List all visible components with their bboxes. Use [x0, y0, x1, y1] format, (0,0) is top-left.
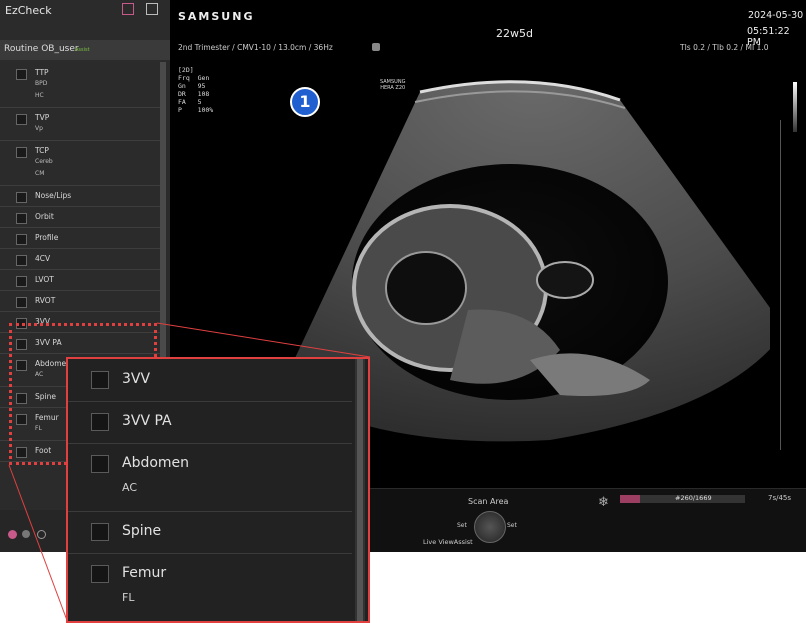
zoom-item[interactable]: Spine [68, 511, 352, 554]
zoom-item-measurement: AC [122, 481, 138, 494]
zoom-callout: 3VV 3VV PA Abdomen AC Spine Femur FL [66, 357, 370, 623]
zoom-item-label: Femur [122, 565, 167, 581]
zoom-scrollbar[interactable] [357, 359, 363, 621]
zoom-item[interactable]: Abdomen AC [68, 443, 352, 512]
zoom-item-checkbox[interactable] [91, 523, 109, 541]
zoom-item[interactable]: 3VV [68, 359, 352, 402]
zoom-item-checkbox[interactable] [91, 371, 109, 389]
zoom-item-checkbox[interactable] [91, 455, 109, 473]
zoom-item-label: 3VV [122, 371, 151, 387]
zoom-item-label: Abdomen [122, 455, 190, 471]
zoom-item-measurement: FL [122, 591, 135, 604]
zoom-item-checkbox[interactable] [91, 413, 109, 431]
zoom-item-checkbox[interactable] [91, 565, 109, 583]
zoom-item[interactable]: 3VV PA [68, 401, 352, 444]
zoom-item-label: Spine [122, 523, 162, 539]
zoom-item-label: 3VV PA [122, 413, 172, 429]
zoom-item[interactable]: Femur FL [68, 553, 352, 621]
